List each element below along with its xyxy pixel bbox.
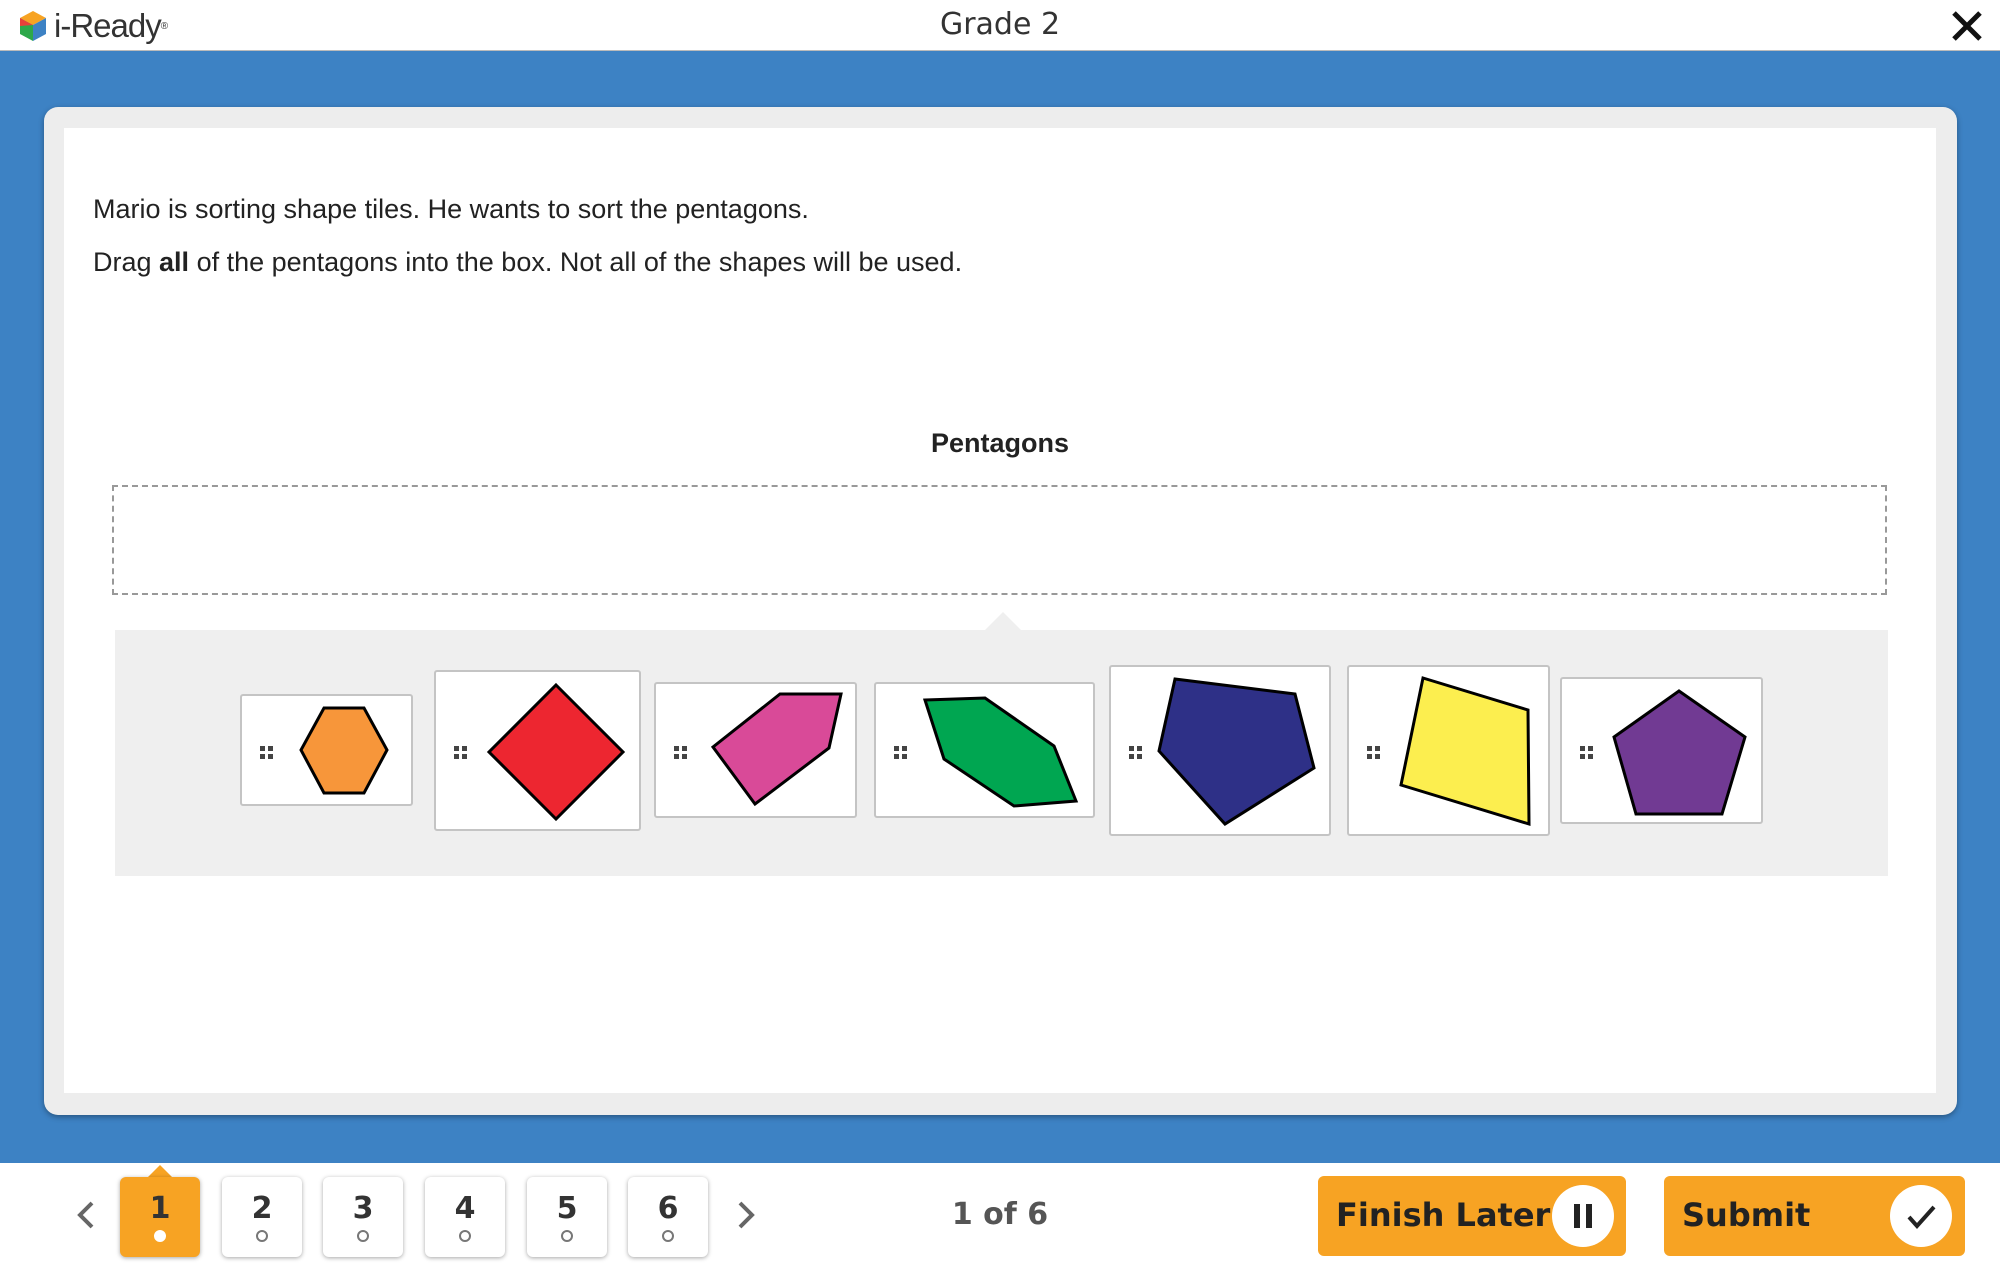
- question-button-6[interactable]: 6: [628, 1177, 708, 1257]
- hexagon-irregular-shape: [922, 696, 1079, 808]
- chevron-right-icon[interactable]: [730, 1195, 762, 1235]
- status-dot: [662, 1230, 674, 1242]
- status-dot: [256, 1230, 268, 1242]
- shape-tile-orange-hexagon[interactable]: [240, 694, 413, 806]
- pentagon-shape: [710, 692, 843, 807]
- pentagon-shape: [1612, 689, 1747, 816]
- square-shape: [486, 682, 626, 822]
- status-dot: [154, 1230, 166, 1242]
- question-text-2: Drag all of the pentagons into the box. …: [93, 247, 963, 277]
- drop-bin-label: Pentagons: [930, 428, 1070, 458]
- page-title: Grade 2: [939, 7, 1061, 42]
- question-progress: 1 of 6: [951, 1197, 1049, 1232]
- shape-tile-purple-pentagon[interactable]: [1560, 677, 1763, 824]
- question-button-1[interactable]: 1: [120, 1177, 200, 1257]
- status-dot: [561, 1230, 573, 1242]
- shape-tile-pink-pentagon[interactable]: [654, 682, 857, 818]
- submit-button[interactable]: Submit: [1664, 1176, 1965, 1256]
- shape-tile-yellow-quadrilateral[interactable]: [1347, 665, 1550, 836]
- status-dot: [357, 1230, 369, 1242]
- status-dot: [459, 1230, 471, 1242]
- pause-icon: [1552, 1185, 1614, 1247]
- hexagon-shape: [299, 706, 389, 795]
- check-icon: [1890, 1185, 1952, 1247]
- quadrilateral-shape: [1399, 676, 1531, 827]
- question-button-4[interactable]: 4: [425, 1177, 505, 1257]
- finish-later-button[interactable]: Finish Later: [1318, 1176, 1626, 1256]
- chevron-left-icon[interactable]: [70, 1195, 102, 1235]
- question-button-2[interactable]: 2: [222, 1177, 302, 1257]
- question-text-1: Mario is sorting shape tiles. He wants t…: [93, 194, 809, 224]
- shape-tile-navy-pentagon[interactable]: [1109, 665, 1331, 836]
- pentagons-drop-zone[interactable]: [112, 485, 1887, 595]
- pentagon-shape: [1157, 677, 1316, 826]
- shape-tile-green-hexagon[interactable]: [874, 682, 1095, 818]
- top-bar: i-Ready ® Grade 2: [0, 0, 2000, 51]
- question-button-5[interactable]: 5: [527, 1177, 607, 1257]
- close-icon[interactable]: [1948, 7, 1986, 45]
- shape-tile-red-square[interactable]: [434, 670, 641, 831]
- question-button-3[interactable]: 3: [323, 1177, 403, 1257]
